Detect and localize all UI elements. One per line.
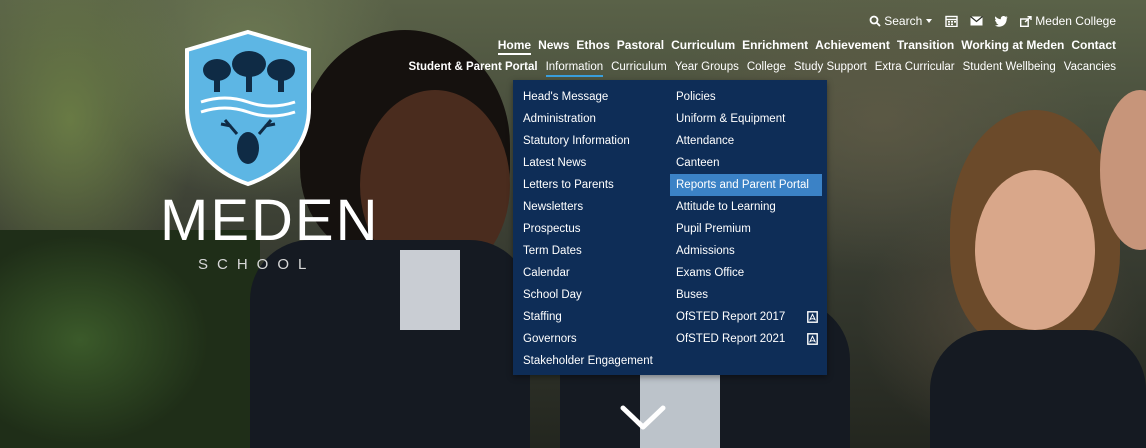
- school-logo-wordmark[interactable]: MEDEN: [160, 192, 379, 250]
- subnav-vacancies[interactable]: Vacancies: [1064, 61, 1116, 77]
- nav-working-at-meden[interactable]: Working at Meden: [961, 38, 1064, 55]
- subnav-study-support[interactable]: Study Support: [794, 61, 867, 77]
- menu-item-ofsted-2021-label: OfSTED Report 2021: [676, 333, 786, 345]
- menu-item-ofsted-2021[interactable]: OfSTED Report 2021: [670, 328, 822, 350]
- menu-item-policies[interactable]: Policies: [670, 86, 822, 108]
- pdf-icon: [807, 333, 818, 345]
- menu-item-ofsted-2017[interactable]: OfSTED Report 2017: [670, 306, 822, 328]
- dropdown-column-right: Policies Uniform & Equipment Attendance …: [670, 86, 822, 350]
- subnav-curriculum[interactable]: Curriculum: [611, 61, 667, 77]
- nav-news[interactable]: News: [538, 38, 569, 55]
- search-label: Search: [884, 14, 923, 28]
- menu-item-admissions[interactable]: Admissions: [670, 240, 822, 262]
- search-icon: [869, 15, 881, 27]
- menu-item-prospectus[interactable]: Prospectus: [517, 218, 667, 240]
- information-dropdown-menu: Head's Message Administration Statutory …: [513, 80, 827, 375]
- student-blazer-right: [930, 330, 1146, 448]
- nav-contact[interactable]: Contact: [1071, 38, 1116, 55]
- menu-item-school-day[interactable]: School Day: [517, 284, 667, 306]
- sub-navigation: Student & Parent Portal Information Curr…: [409, 61, 1116, 77]
- meden-college-label: Meden College: [1035, 14, 1116, 28]
- twitter-icon[interactable]: [995, 15, 1008, 27]
- menu-item-governors[interactable]: Governors: [517, 328, 667, 350]
- menu-item-statutory-information[interactable]: Statutory Information: [517, 130, 667, 152]
- menu-item-term-dates[interactable]: Term Dates: [517, 240, 667, 262]
- menu-item-letters-to-parents[interactable]: Letters to Parents: [517, 174, 667, 196]
- menu-item-buses[interactable]: Buses: [670, 284, 822, 306]
- subnav-year-groups[interactable]: Year Groups: [675, 61, 739, 77]
- subnav-extra-curricular[interactable]: Extra Curricular: [875, 61, 955, 77]
- menu-item-exams-office[interactable]: Exams Office: [670, 262, 822, 284]
- utility-bar: Search Meden College: [869, 14, 1116, 28]
- subnav-information[interactable]: Information: [545, 61, 604, 77]
- menu-item-newsletters[interactable]: Newsletters: [517, 196, 667, 218]
- menu-item-latest-news[interactable]: Latest News: [517, 152, 667, 174]
- nav-enrichment[interactable]: Enrichment: [742, 38, 808, 55]
- subnav-college[interactable]: College: [747, 61, 786, 77]
- menu-item-stakeholder-engagement[interactable]: Stakeholder Engagement: [517, 350, 667, 372]
- nav-transition[interactable]: Transition: [897, 38, 954, 55]
- menu-item-ofsted-2017-label: OfSTED Report 2017: [676, 311, 786, 323]
- menu-item-attitude-to-learning[interactable]: Attitude to Learning: [670, 196, 822, 218]
- dropdown-column-left: Head's Message Administration Statutory …: [517, 86, 667, 372]
- school-crest-icon[interactable]: [177, 28, 319, 188]
- pdf-icon: [807, 311, 818, 323]
- menu-item-canteen[interactable]: Canteen: [670, 152, 822, 174]
- nav-curriculum[interactable]: Curriculum: [671, 38, 735, 55]
- calendar-icon[interactable]: [945, 15, 958, 27]
- menu-item-uniform-equipment[interactable]: Uniform & Equipment: [670, 108, 822, 130]
- main-navigation: Home News Ethos Pastoral Curriculum Enri…: [497, 38, 1116, 55]
- menu-item-pupil-premium[interactable]: Pupil Premium: [670, 218, 822, 240]
- menu-item-reports-parent-portal[interactable]: Reports and Parent Portal: [670, 174, 822, 196]
- external-link-icon: [1020, 15, 1032, 27]
- menu-item-attendance[interactable]: Attendance: [670, 130, 822, 152]
- nav-home[interactable]: Home: [497, 38, 532, 55]
- nav-ethos[interactable]: Ethos: [576, 38, 609, 55]
- nav-achievement[interactable]: Achievement: [815, 38, 890, 55]
- mail-icon[interactable]: [970, 16, 984, 26]
- caret-down-icon: [926, 19, 933, 23]
- subnav-student-parent-portal[interactable]: Student & Parent Portal: [409, 61, 538, 77]
- subnav-student-wellbeing[interactable]: Student Wellbeing: [963, 61, 1056, 77]
- meden-college-link[interactable]: Meden College: [1020, 14, 1116, 28]
- nav-pastoral[interactable]: Pastoral: [617, 38, 664, 55]
- student-shirt-left: [400, 250, 460, 330]
- scroll-down-chevron-icon[interactable]: [620, 405, 666, 431]
- menu-item-administration[interactable]: Administration: [517, 108, 667, 130]
- search-toggle[interactable]: Search: [869, 14, 933, 28]
- menu-item-staffing[interactable]: Staffing: [517, 306, 667, 328]
- menu-item-calendar[interactable]: Calendar: [517, 262, 667, 284]
- student-face-right: [975, 170, 1095, 330]
- school-logo-subtitle: SCHOOL: [198, 256, 316, 273]
- menu-item-heads-message[interactable]: Head's Message: [517, 86, 667, 108]
